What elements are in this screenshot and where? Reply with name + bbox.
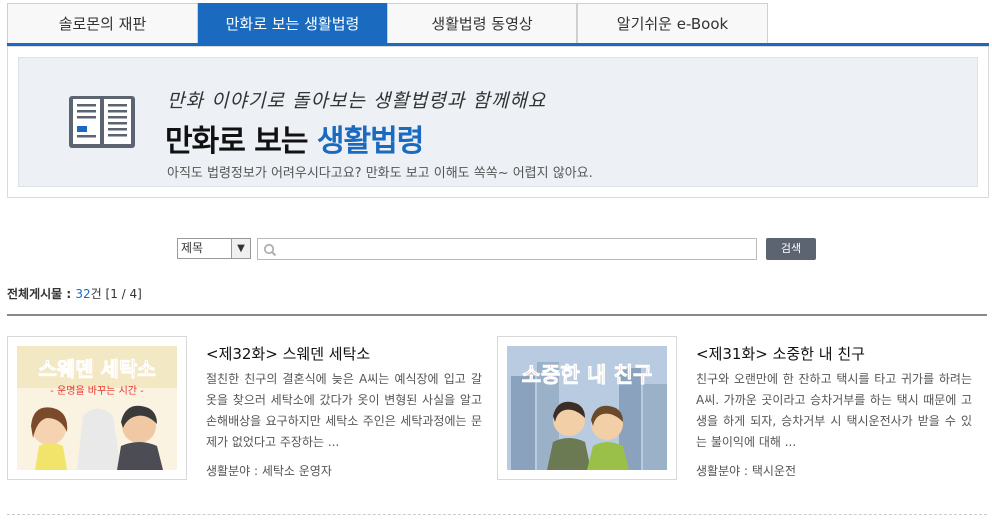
item-title[interactable]: <제31화> 소중한 내 친구: [696, 343, 865, 364]
thumbnail-title: 소중한 내 친구: [522, 363, 653, 387]
list-bottom-divider: [7, 514, 987, 516]
list-item[interactable]: 소중한 내 친구 <제31화> 소중한 내 친구 친구와 오랜만에 한 잔하고 …: [497, 336, 972, 481]
banner-subtitle: 만화 이야기로 돌아보는 생활법령과 함께해요: [167, 90, 547, 112]
thumbnail-title: 스웨덴 세탁소: [38, 357, 155, 381]
comic-thumbnail[interactable]: 스웨덴 세탁소 - 운명을 바꾸는 시간 -: [7, 336, 187, 480]
page-indicator: [1 / 4]: [105, 287, 142, 301]
thumbnail-subtitle: - 운명을 바꾸는 시간 -: [50, 385, 144, 397]
item-description: 절친한 친구의 결혼식에 늦은 A씨는 예식장에 입고 갈 옷을 찾으러 세탁소…: [206, 372, 482, 449]
item-title[interactable]: <제32화> 스웨덴 세탁소: [206, 343, 370, 364]
tab-comic-law[interactable]: 만화로 보는 생활법령: [198, 3, 387, 43]
post-count-total: 32: [75, 287, 91, 301]
banner-title-main: 만화로 보는: [165, 124, 317, 159]
search-input-box[interactable]: [257, 238, 757, 260]
search-button[interactable]: 검색: [766, 238, 816, 260]
item-description: 친구와 오랜만에 한 잔하고 택시를 타고 귀가를 하려는 A씨. 가까운 곳이…: [696, 372, 972, 449]
list-item[interactable]: 스웨덴 세탁소 - 운명을 바꾸는 시간 - <제32화> 스웨덴 세탁소 절친…: [7, 336, 482, 481]
search-field-selected: 제목: [181, 241, 204, 255]
post-count: 전체게시물 : 32건 [1 / 4]: [7, 285, 142, 302]
tab-solomon-trial[interactable]: 솔로몬의 재판: [7, 3, 198, 43]
thumbnail-image: 스웨덴 세탁소 - 운명을 바꾸는 시간 -: [17, 346, 177, 470]
banner-description: 아직도 법령정보가 어려우시다고요? 만화도 보고 이해도 쏙쏙~ 어렵지 않아…: [167, 166, 593, 181]
tab-law-video[interactable]: 생활법령 동영상: [387, 3, 577, 43]
item-category: 생활분야 : 세탁소 운영자: [206, 464, 332, 478]
banner: 만화 이야기로 돌아보는 생활법령과 함께해요 만화로 보는 생활법령 아직도 …: [7, 46, 989, 198]
search-input[interactable]: [280, 241, 752, 257]
search-field-select[interactable]: 제목 ▼: [177, 238, 251, 259]
tab-ebook[interactable]: 알기쉬운 e-Book: [577, 3, 768, 43]
item-category: 생활분야 : 택시운전: [696, 464, 796, 478]
post-count-unit: 건: [90, 287, 102, 301]
list-divider: [7, 314, 987, 316]
chevron-down-icon[interactable]: ▼: [231, 239, 250, 258]
tab-bar: 솔로몬의 재판 만화로 보는 생활법령 생활법령 동영상 알기쉬운 e-Book: [7, 3, 989, 46]
post-count-label: 전체게시물 :: [7, 287, 76, 301]
open-book-icon: [69, 96, 135, 148]
banner-panel: 만화 이야기로 돌아보는 생활법령과 함께해요 만화로 보는 생활법령 아직도 …: [18, 57, 978, 187]
search-icon: [263, 243, 277, 257]
comic-thumbnail[interactable]: 소중한 내 친구: [497, 336, 677, 480]
thumbnail-image: 소중한 내 친구: [507, 346, 667, 470]
banner-title: 만화로 보는 생활법령: [165, 116, 424, 160]
banner-title-highlight: 생활법령: [316, 124, 424, 159]
